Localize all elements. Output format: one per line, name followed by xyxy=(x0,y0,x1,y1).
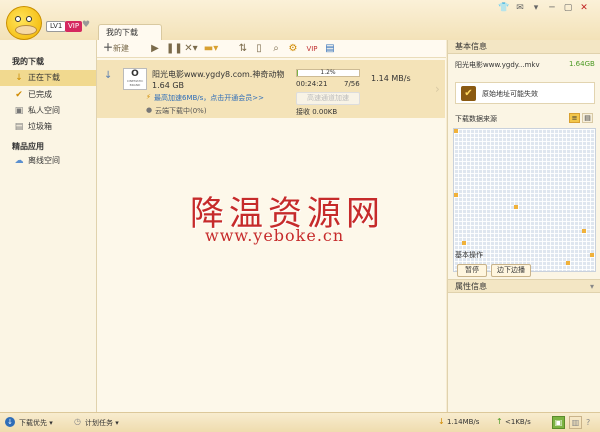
status-bar: ↓ 下载优先 ▾ ◷ 计划任务 ▾ ↓ 1.14MB/s ↑ <1KB/s ▣ … xyxy=(0,412,600,432)
cloud-icon: ☁ xyxy=(14,156,24,166)
thumbnail-logo-text: CINEMATIC BRAND xyxy=(126,79,144,87)
layout-icon[interactable]: ▥ xyxy=(569,416,582,429)
check-icon: ✔ xyxy=(15,90,23,100)
tab-my-downloads[interactable]: 我的下载 xyxy=(98,24,162,40)
high-speed-channel-button[interactable]: 高速通道加速 xyxy=(296,92,360,105)
progress-bar: 1.2% xyxy=(296,69,360,77)
title-bar: LV1 VIP ♥ 👕 ✉ ▾ ─ ▢ ✕ 我的下载 xyxy=(0,0,600,40)
elapsed-time: 00:24:21 xyxy=(296,80,328,88)
total-down-speed: 1.14MB/s xyxy=(447,418,480,426)
warning-text: 原始地址可能失效 xyxy=(482,90,538,98)
vip-icon[interactable]: VIP xyxy=(305,43,319,55)
heart-icon[interactable]: ♥ xyxy=(82,20,90,30)
avatar[interactable] xyxy=(6,6,42,40)
sidebar-item-label: 垃圾箱 xyxy=(28,122,52,131)
gear-icon[interactable]: ⚙ xyxy=(288,43,298,55)
file-name: 阳光电影www.ygdy8.com.神奇动物：格... xyxy=(152,70,284,79)
vip-badge[interactable]: VIP xyxy=(65,21,83,32)
new-task-button[interactable]: ＋新建 xyxy=(103,43,137,55)
details-icon[interactable]: ▯ xyxy=(254,43,264,55)
chevron-right-icon[interactable]: › xyxy=(435,82,440,96)
download-status-icon: ↓ xyxy=(104,70,113,81)
watermark-url: www.yeboke.cn xyxy=(205,226,345,245)
basic-info-header: 基本信息 xyxy=(448,40,600,54)
level-badge[interactable]: LV1 xyxy=(46,21,67,32)
chevron-down-icon: ▾ xyxy=(589,282,594,291)
sidebar-item-downloading[interactable]: ↓ 正在下载 xyxy=(0,70,96,86)
new-task-label: 新建 xyxy=(113,44,129,53)
sidebar-item-private-space[interactable]: ▣ 私人空间 xyxy=(0,103,96,119)
close-icon[interactable]: ✕ xyxy=(578,2,590,14)
sidebar-item-label: 已完成 xyxy=(28,90,52,99)
sidebar-item-offline-space[interactable]: ☁ 离线空间 xyxy=(0,153,96,169)
schedule-dropdown[interactable]: 计划任务 ▾ xyxy=(85,418,119,428)
grid-view-icon[interactable]: ≡ xyxy=(569,113,580,123)
download-speed: 1.14 MB/s xyxy=(371,74,411,83)
file-thumbnail: O CINEMATIC BRAND xyxy=(123,68,147,90)
skin-icon[interactable]: 👕 xyxy=(498,2,510,14)
help-icon[interactable]: ? xyxy=(586,416,596,429)
menu-icon[interactable]: ▾ xyxy=(530,2,542,14)
trash-icon: ▤ xyxy=(14,122,24,132)
maximize-icon[interactable]: ▢ xyxy=(562,2,574,14)
file-size: 1.64 GB xyxy=(152,81,185,90)
delete-icon[interactable]: ✕▾ xyxy=(183,43,199,55)
remote-icon[interactable]: ▤ xyxy=(325,43,335,55)
clock-icon: ◷ xyxy=(74,417,81,426)
feedback-icon[interactable]: ✉ xyxy=(514,2,526,14)
down-speed-icon: ↓ xyxy=(438,417,445,426)
list-view-icon[interactable]: ▤ xyxy=(582,113,593,123)
check-icon: ✔ xyxy=(461,86,476,101)
cloud-download-status: 云端下载中(0%) xyxy=(155,107,207,115)
minimize-icon[interactable]: ─ xyxy=(546,2,558,14)
sidebar-item-trash[interactable]: ▤ 垃圾箱 xyxy=(0,119,96,135)
folder-icon[interactable]: ▬▾ xyxy=(203,43,219,55)
chevron-down-icon: ▾ xyxy=(49,419,53,427)
progress-text: 1.2% xyxy=(320,69,336,76)
plus-icon: ＋ xyxy=(103,43,113,54)
sidebar-item-label: 私人空间 xyxy=(28,106,60,115)
pause-button[interactable]: 暂停 xyxy=(457,264,487,277)
schedule-label: 计划任务 xyxy=(85,419,113,427)
sources-title: 下载数据来源 xyxy=(455,115,497,123)
attr-info-label: 属性信息 xyxy=(455,282,487,291)
priority-icon: ↓ xyxy=(5,417,15,427)
sidebar-section-apps: 精品应用 xyxy=(12,142,44,151)
connection-parts: 7/56 xyxy=(344,80,360,88)
sidebar-section-my-downloads: 我的下载 xyxy=(12,57,44,66)
detail-file-size: 1.64GB xyxy=(569,60,595,68)
download-priority-dropdown[interactable]: 下载优先 ▾ xyxy=(19,418,53,428)
vip-accel-link[interactable]: 最高加速6MB/s，点击开通会员>> xyxy=(154,93,264,103)
download-arrow-icon: ↓ xyxy=(15,73,23,83)
floating-window-icon[interactable]: ▣ xyxy=(552,416,565,429)
details-panel: 基本信息 阳光电影www.ygdy...mkv 1.64GB ✔ 原始地址可能失… xyxy=(447,40,600,412)
sidebar-item-label: 正在下载 xyxy=(28,73,60,82)
total-up-speed: <1KB/s xyxy=(505,418,531,426)
sidebar: 我的下载 ↓ 正在下载 ✔ 已完成 ▣ 私人空间 ▤ 垃圾箱 精品应用 ☁ 离线… xyxy=(0,40,97,412)
sidebar-item-completed[interactable]: ✔ 已完成 xyxy=(0,87,96,103)
ops-title: 基本操作 xyxy=(455,251,483,259)
cloud-icon: ● xyxy=(146,106,153,114)
up-speed-icon: ↑ xyxy=(496,417,503,426)
toolbar: ＋新建 ▶ ❚❚ ✕▾ ▬▾ ⇅ ▯ ⌕ ⚙ VIP ▤ xyxy=(97,40,446,58)
attr-info-header[interactable]: 属性信息 ▾ xyxy=(448,279,600,293)
download-priority-label: 下载优先 xyxy=(19,419,47,427)
lock-icon: ▣ xyxy=(14,106,24,116)
play-while-download-button[interactable]: 边下边播 xyxy=(491,264,531,277)
detail-file-name: 阳光电影www.ygdy...mkv xyxy=(455,61,540,69)
lightning-icon: ⚡ xyxy=(146,93,151,101)
sidebar-item-label: 离线空间 xyxy=(28,156,60,165)
pause-icon[interactable]: ❚❚ xyxy=(166,43,183,55)
address-warning: ✔ 原始地址可能失效 xyxy=(455,82,595,104)
table-row[interactable]: ↓ O CINEMATIC BRAND 阳光电影www.ygdy8.com.神奇… xyxy=(97,60,445,118)
chevron-down-icon: ▾ xyxy=(115,419,119,427)
sort-icon[interactable]: ⇅ xyxy=(238,43,248,55)
start-icon[interactable]: ▶ xyxy=(150,43,160,55)
received-bytes: 接收 0.00KB xyxy=(296,108,338,116)
search-icon[interactable]: ⌕ xyxy=(271,43,281,55)
